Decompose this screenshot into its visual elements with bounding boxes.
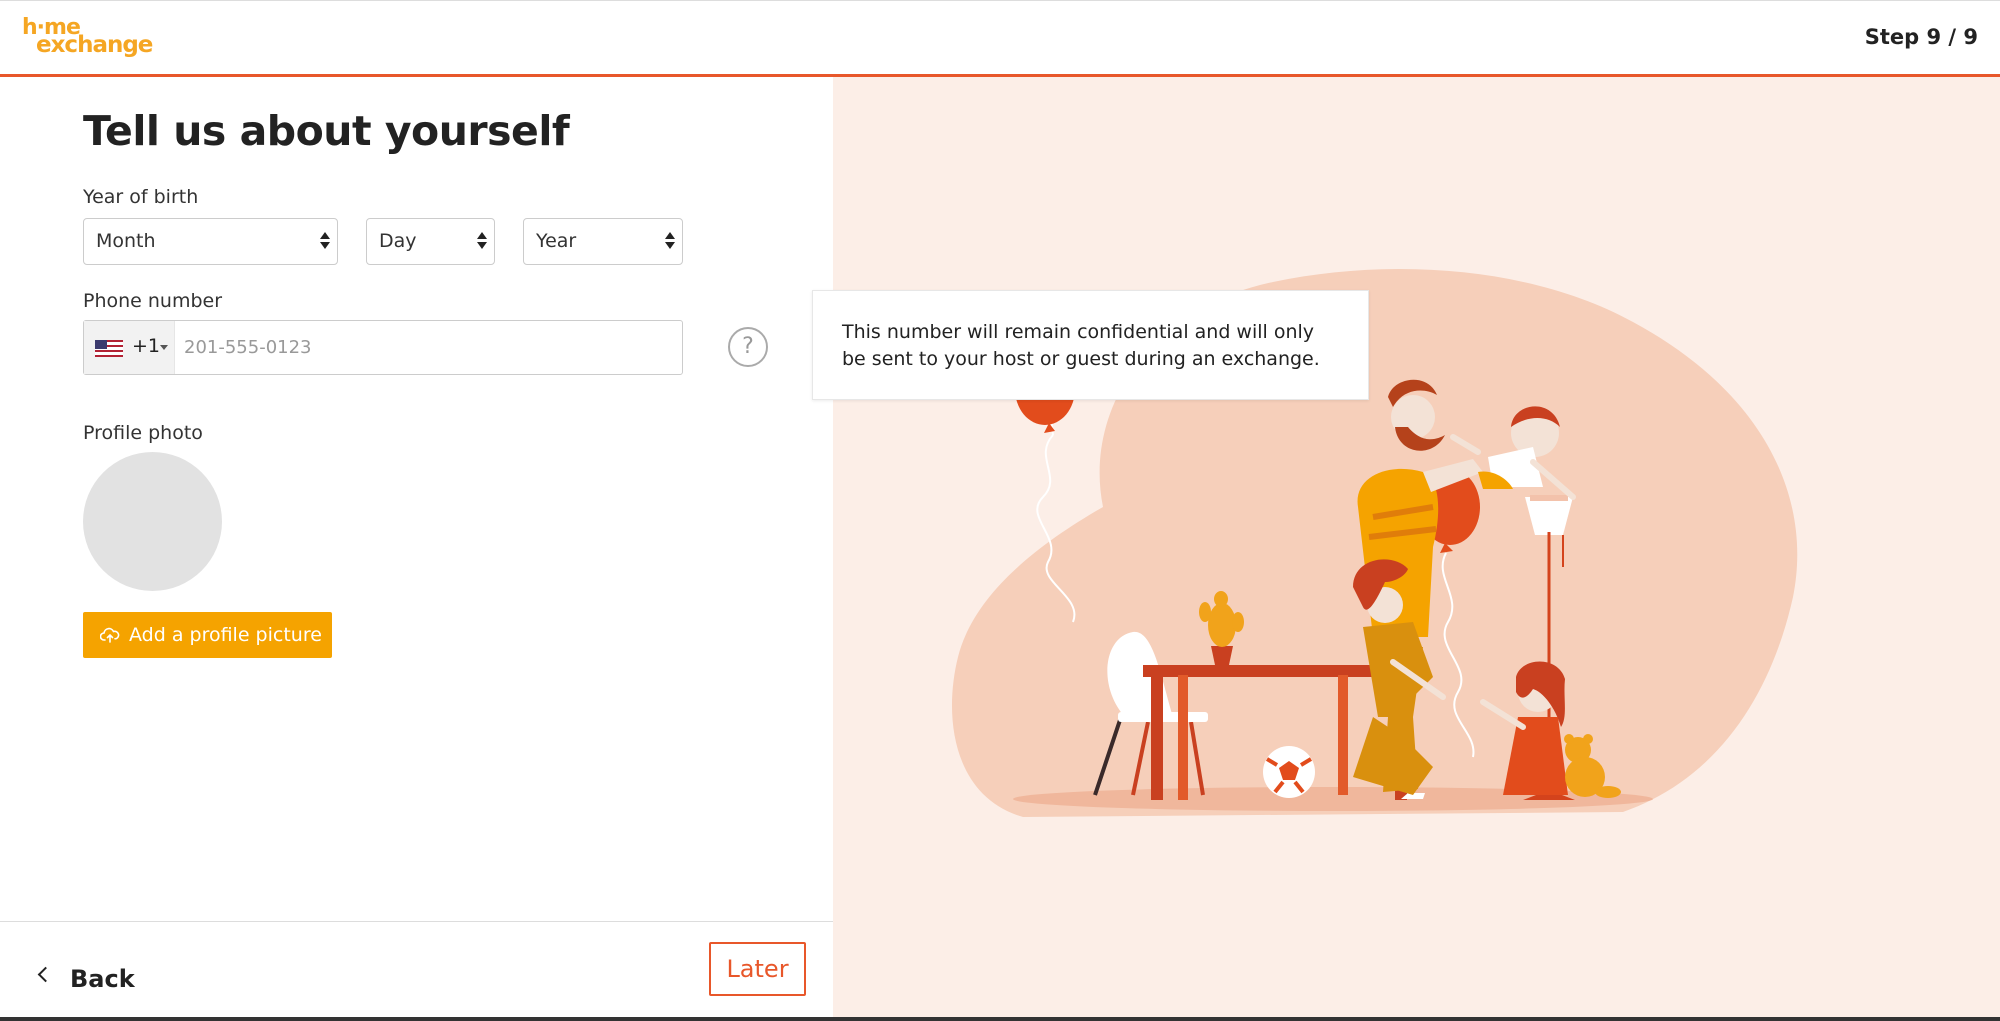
select-arrows-icon bbox=[477, 230, 487, 252]
illustration-panel bbox=[833, 77, 2000, 1021]
footer-divider bbox=[0, 921, 833, 922]
add-profile-picture-button[interactable]: Add a profile picture bbox=[83, 612, 332, 658]
tooltip-arrow bbox=[798, 334, 813, 360]
profile-photo-label: Profile photo bbox=[83, 422, 203, 444]
dial-code: +1 bbox=[132, 335, 161, 357]
day-select[interactable]: Day bbox=[366, 218, 495, 265]
form-panel: Tell us about yourself Year of birth Mon… bbox=[0, 77, 833, 1021]
back-button[interactable]: Back bbox=[30, 953, 170, 1003]
year-select[interactable]: Year bbox=[523, 218, 683, 265]
chevron-left-icon bbox=[37, 966, 54, 983]
caret-down-icon bbox=[160, 345, 168, 350]
window-bottom-edge bbox=[0, 1017, 2000, 1021]
phone-help-tooltip: This number will remain confidential and… bbox=[812, 290, 1369, 400]
phone-input[interactable] bbox=[176, 321, 676, 374]
phone-number-label: Phone number bbox=[83, 290, 223, 312]
family-illustration bbox=[951, 269, 1798, 817]
later-button[interactable]: Later bbox=[709, 942, 806, 996]
cloud-upload-icon bbox=[100, 627, 120, 643]
upload-button-label: Add a profile picture bbox=[129, 624, 322, 646]
year-select-value: Year bbox=[536, 230, 577, 252]
month-select[interactable]: Month bbox=[83, 218, 338, 265]
phone-field: +1 bbox=[83, 320, 683, 375]
step-indicator: Step 9 / 9 bbox=[1864, 25, 1978, 49]
us-flag-icon bbox=[95, 340, 123, 357]
top-header: h·me exchange Step 9 / 9 bbox=[0, 0, 2000, 78]
page-title: Tell us about yourself bbox=[83, 107, 570, 155]
day-select-value: Day bbox=[379, 230, 417, 252]
country-code-selector[interactable]: +1 bbox=[84, 321, 175, 374]
select-arrows-icon bbox=[665, 230, 675, 252]
logo-line-2: exchange bbox=[36, 32, 153, 58]
homeexchange-logo[interactable]: h·me exchange bbox=[22, 17, 153, 59]
year-of-birth-label: Year of birth bbox=[83, 186, 199, 208]
back-button-label: Back bbox=[70, 965, 135, 993]
help-icon[interactable]: ? bbox=[728, 327, 768, 367]
avatar-placeholder[interactable] bbox=[83, 452, 222, 591]
select-arrows-icon bbox=[320, 230, 330, 252]
month-select-value: Month bbox=[96, 230, 156, 252]
